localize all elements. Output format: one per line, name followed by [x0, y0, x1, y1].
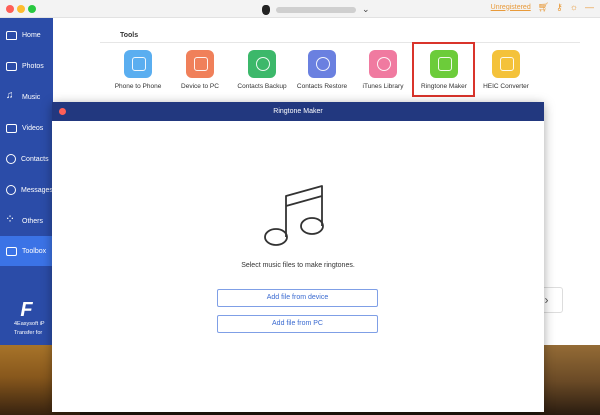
tool-label: Contacts Restore	[296, 83, 348, 90]
tools-heading: Tools	[120, 32, 139, 39]
videos-icon	[6, 123, 17, 133]
tool-label: iTunes Library	[362, 83, 404, 90]
tool-itunes-library[interactable]: iTunes Library	[351, 50, 415, 90]
brand-logo: F	[20, 299, 33, 321]
brand-line-2: Transfer for	[14, 330, 43, 336]
sidebar-item-videos[interactable]: Videos	[0, 117, 53, 139]
key-icon[interactable]: ⚷	[556, 2, 563, 12]
tool-contacts-backup[interactable]: Contacts Backup	[230, 50, 294, 90]
sidebar-item-label: Toolbox	[22, 247, 47, 255]
unregistered-link[interactable]: Unregistered	[491, 4, 531, 11]
home-icon	[6, 30, 17, 40]
chevron-down-icon: ⌄	[362, 4, 370, 14]
minimize-window-button[interactable]	[17, 5, 25, 13]
dialog-title: Ringtone Maker	[273, 108, 323, 115]
sidebar-item-label: Contacts	[21, 155, 49, 163]
sidebar: Home Photos Music Videos Contacts Messag…	[0, 18, 53, 345]
sidebar-item-others[interactable]: Others	[0, 210, 53, 232]
sidebar-item-contacts[interactable]: Contacts	[0, 148, 53, 170]
phone-to-phone-icon	[124, 50, 152, 78]
others-icon	[5, 212, 17, 226]
tool-label: Device to PC	[181, 83, 219, 90]
music-note-icon	[264, 185, 324, 246]
messages-icon	[6, 185, 16, 195]
tool-device-to-pc[interactable]: Device to PC	[168, 50, 232, 90]
ringtone-prompt: Select music files to make ringtones.	[241, 262, 355, 269]
brand-block: F 4Easysoft iP Transfer for	[0, 300, 53, 338]
add-file-from-device-button[interactable]: Add file from device	[217, 289, 378, 307]
add-file-from-pc-button[interactable]: Add file from PC	[217, 315, 378, 333]
photos-icon	[6, 61, 17, 71]
dialog-title-bar: Ringtone Maker	[52, 102, 544, 121]
title-bar: ⌄ Unregistered 🛒︎ ⚷ ☼ —	[0, 0, 600, 18]
maximize-window-button[interactable]	[28, 5, 36, 13]
apple-icon	[262, 4, 270, 15]
toolbox-icon	[6, 246, 17, 256]
tool-label: Phone to Phone	[114, 83, 162, 90]
sidebar-item-toolbox[interactable]: Toolbox	[0, 236, 53, 266]
sidebar-item-messages[interactable]: Messages	[0, 179, 53, 201]
contacts-backup-icon	[248, 50, 276, 78]
ringtone-maker-dialog: Ringtone Maker Select music files to mak…	[52, 102, 544, 412]
sidebar-item-label: Home	[22, 31, 41, 39]
cart-icon[interactable]: 🛒︎	[538, 2, 549, 12]
sidebar-item-label: Messages	[21, 186, 53, 194]
heic-converter-icon	[492, 50, 520, 78]
device-name-redacted	[276, 6, 356, 13]
device-to-pc-icon	[186, 50, 214, 78]
sidebar-item-home[interactable]: Home	[0, 24, 53, 46]
tools-divider	[100, 42, 580, 43]
tool-label: HEIC Converter	[483, 83, 529, 90]
lightbulb-icon[interactable]: ☼	[570, 2, 578, 12]
itunes-library-icon	[369, 50, 397, 78]
sidebar-item-label: Others	[22, 217, 44, 225]
selection-highlight	[412, 42, 475, 97]
tool-label: Contacts Backup	[237, 83, 287, 90]
device-selector[interactable]: ⌄	[262, 3, 370, 16]
tool-heic-converter[interactable]: HEIC Converter	[474, 50, 538, 90]
sidebar-item-photos[interactable]: Photos	[0, 55, 53, 77]
sidebar-item-music[interactable]: Music	[0, 86, 53, 108]
sidebar-item-label: Videos	[22, 124, 44, 132]
brand-line-1: 4Easysoft iP	[14, 321, 45, 327]
contacts-restore-icon	[308, 50, 336, 78]
contacts-icon	[6, 154, 16, 164]
minus-icon[interactable]: —	[585, 2, 594, 12]
sidebar-item-label: Photos	[22, 62, 44, 70]
tool-phone-to-phone[interactable]: Phone to Phone	[106, 50, 170, 90]
tool-contacts-restore[interactable]: Contacts Restore	[290, 50, 354, 90]
close-dialog-button[interactable]	[59, 108, 66, 115]
sidebar-item-label: Music	[22, 93, 41, 101]
close-window-button[interactable]	[6, 5, 14, 13]
header-actions: Unregistered 🛒︎ ⚷ ☼ —	[491, 2, 594, 12]
music-icon	[6, 90, 17, 102]
